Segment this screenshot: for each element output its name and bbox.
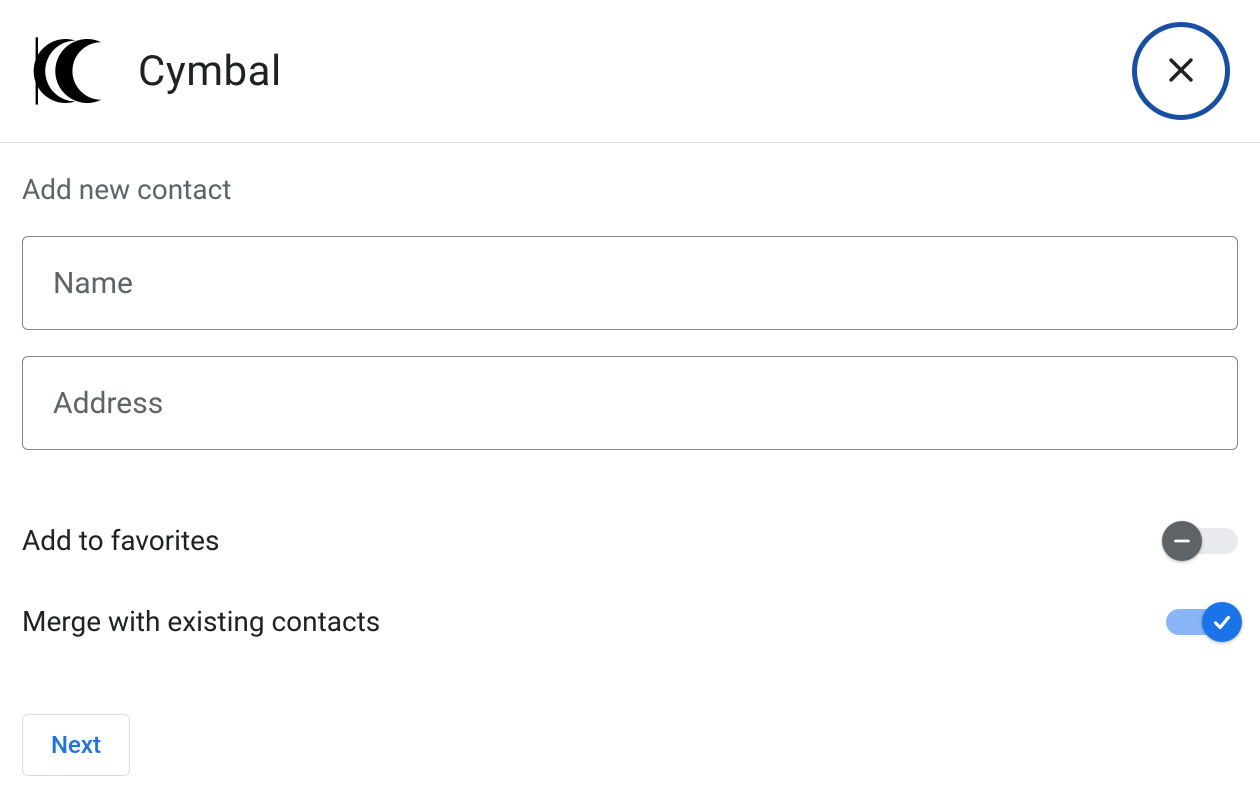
- close-icon: [1164, 53, 1198, 90]
- merge-row: Merge with existing contacts: [22, 605, 1238, 638]
- check-icon: [1202, 602, 1242, 642]
- favorites-toggle[interactable]: [1166, 528, 1238, 554]
- merge-label: Merge with existing contacts: [22, 605, 380, 638]
- merge-toggle[interactable]: [1166, 609, 1238, 635]
- close-button[interactable]: [1132, 22, 1230, 120]
- content: Add new contact Add to favorites Merge w…: [0, 143, 1260, 798]
- favorites-label: Add to favorites: [22, 524, 219, 557]
- favorites-row: Add to favorites: [22, 524, 1238, 557]
- cymbal-logo-icon: [32, 31, 116, 111]
- section-title: Add new contact: [22, 173, 1238, 206]
- minus-icon: [1162, 521, 1202, 561]
- address-input[interactable]: [22, 356, 1238, 450]
- name-input[interactable]: [22, 236, 1238, 330]
- brand-name: Cymbal: [138, 47, 282, 96]
- header: Cymbal: [0, 0, 1260, 143]
- brand: Cymbal: [32, 31, 282, 111]
- next-button[interactable]: Next: [22, 714, 130, 776]
